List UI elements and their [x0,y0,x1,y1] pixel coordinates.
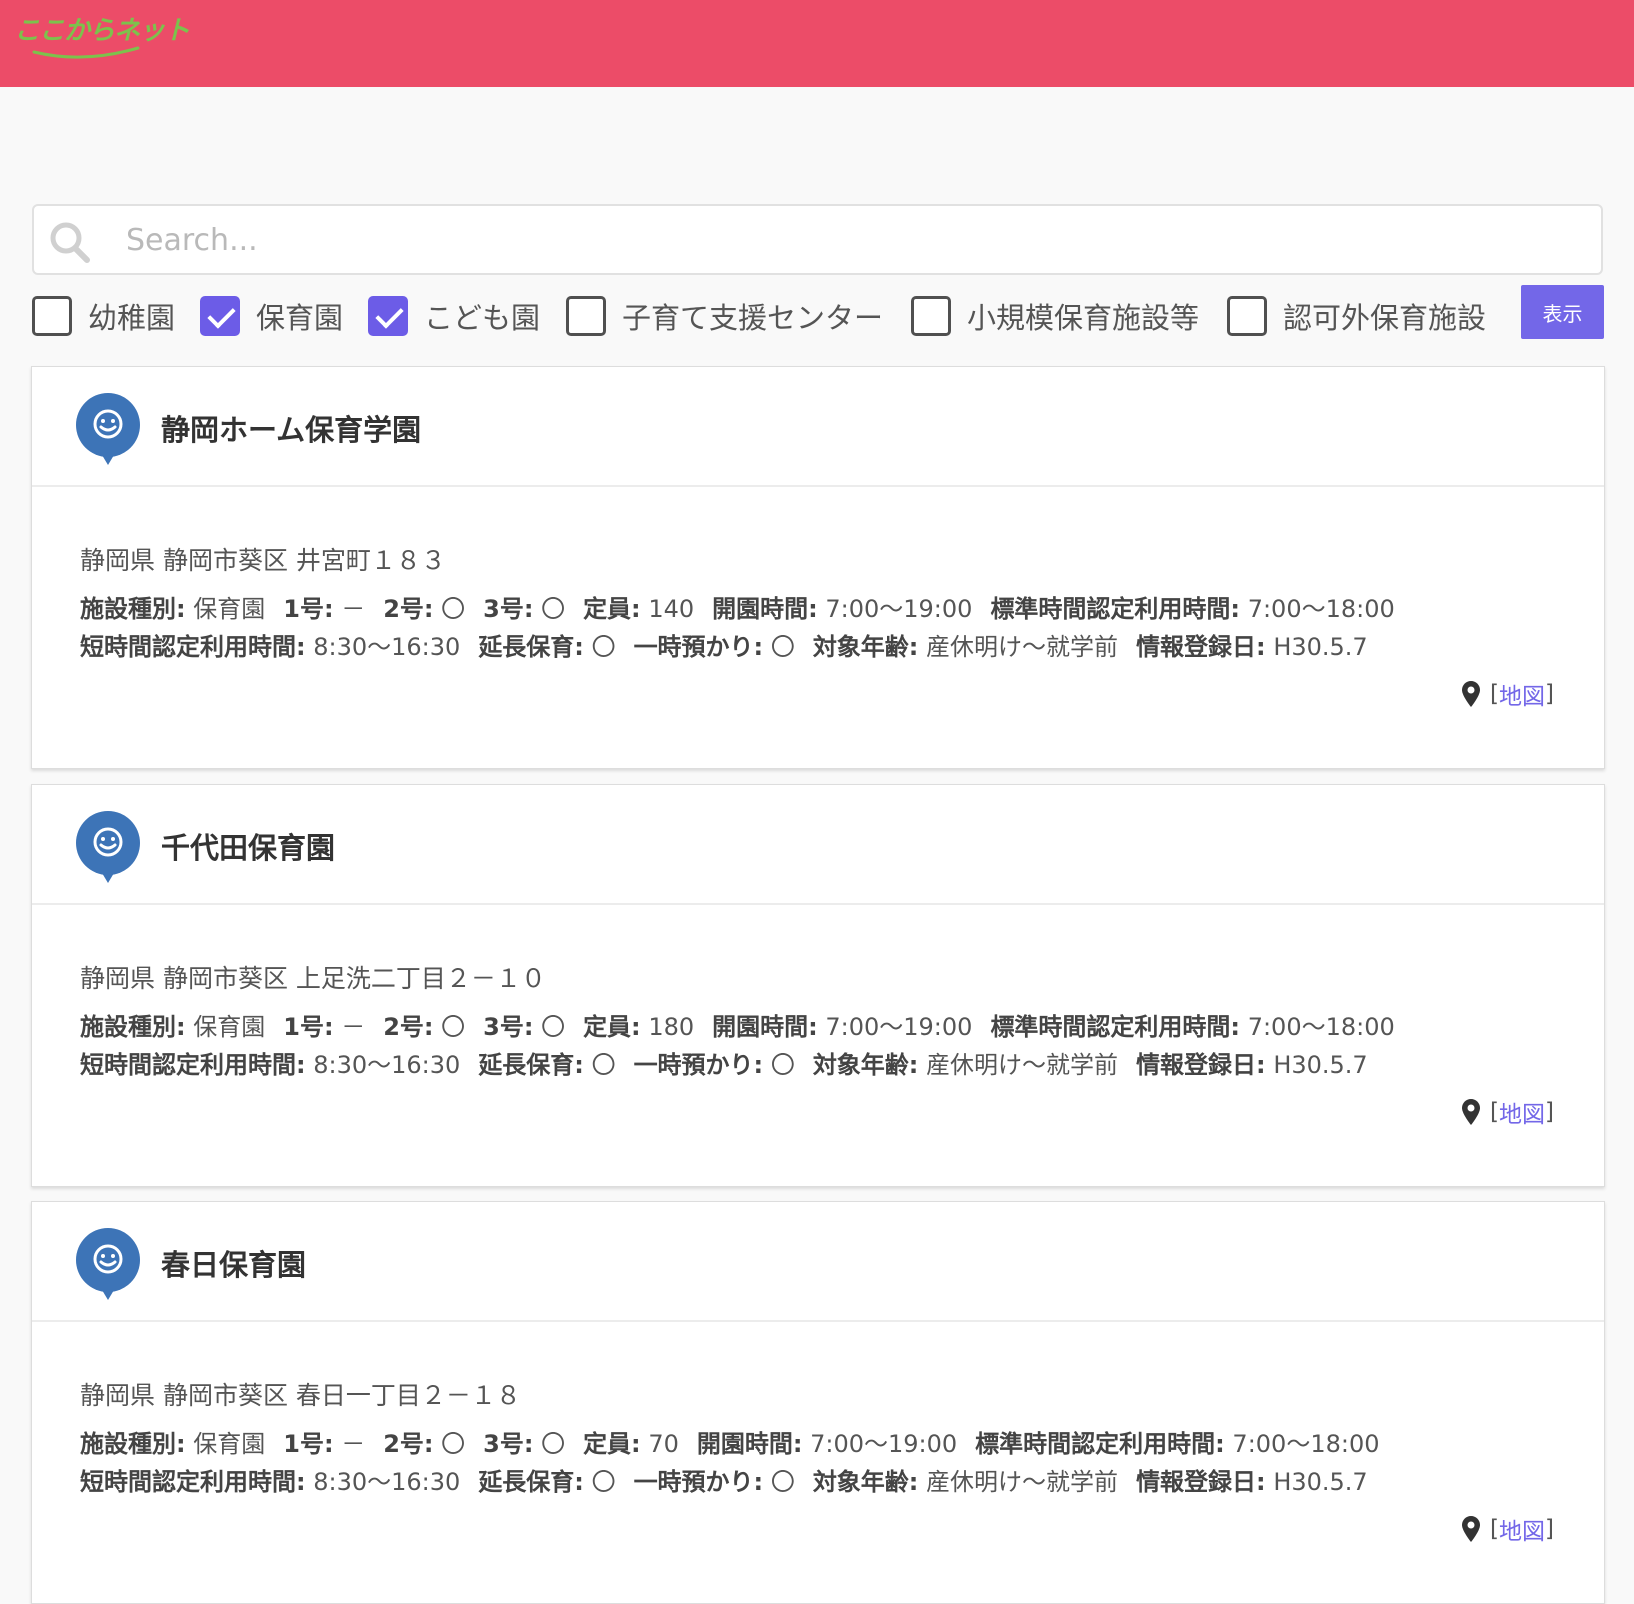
filter-kindergarten-checkbox[interactable] [32,296,72,336]
map-link[interactable]: [地図] [1462,1095,1554,1129]
facility-name[interactable]: 静岡ホーム保育学園 [161,407,421,449]
search-icon [50,222,90,263]
filter-small-scale-label: 小規模保育施設等 [967,301,1200,335]
map-link-label[interactable]: 地図 [1499,1512,1545,1546]
map-marker-icon [1462,681,1481,707]
facility-address: 静岡県 静岡市葵区 上足洗二丁目２－１０ [80,964,546,993]
filter-small-scale[interactable]: 小規模保育施設等 [911,294,1199,338]
facility-card-header: 静岡ホーム保育学園 [32,367,1604,487]
facility-address: 静岡県 静岡市葵区 春日一丁目２－１８ [80,1381,521,1410]
logo-smile-icon [32,46,140,59]
facility-card: 春日保育園 静岡県 静岡市葵区 春日一丁目２－１８ 施設種別: 保育園 1号: －… [31,1201,1605,1604]
filter-support-center-checkbox[interactable] [566,296,606,336]
filter-nursery[interactable]: 保育園 [200,294,343,338]
facility-card-header: 春日保育園 [32,1202,1604,1322]
search-input[interactable] [124,216,1584,264]
filter-unlicensed-checkbox[interactable] [1227,296,1267,336]
filter-kodomo-en[interactable]: こども園 [368,294,540,338]
filter-kindergarten-label: 幼稚園 [88,301,176,335]
facility-card: 静岡ホーム保育学園 静岡県 静岡市葵区 井宮町１８３ 施設種別: 保育園 1号: … [31,366,1605,769]
filter-support-center-label: 子育て支援センター [622,301,884,335]
filter-nursery-label: 保育園 [256,301,344,335]
show-button[interactable]: 表示 [1521,285,1604,339]
header-bar: ここからネット [0,0,1634,87]
filter-small-scale-checkbox[interactable] [911,296,951,336]
category-filters: 幼稚園 保育園 こども園 子育て支援センター 小規模保育施設等 認可外保育施設 … [32,285,1604,347]
map-marker-icon [1462,1516,1481,1542]
map-link-label[interactable]: 地図 [1499,1095,1545,1129]
facility-details-line-1: 施設種別: 保育園 1号: － 2号: 〇 3号: 〇定員: 180 開園時間: 7:0… [80,1013,1395,1041]
smile-pin-icon [76,811,140,883]
facility-details-line-2: 短時間認定利用時間: 8:30～16:30 延長保育: 〇一時預かり: 〇対象年齢… [80,1468,1368,1496]
filter-kindergarten[interactable]: 幼稚園 [32,294,175,338]
facility-card-header: 千代田保育園 [32,785,1604,905]
filter-kodomo-en-label: こども園 [424,301,541,335]
facility-details-line-2: 短時間認定利用時間: 8:30～16:30 延長保育: 〇一時預かり: 〇対象年齢… [80,633,1368,661]
smile-pin-icon [76,393,140,465]
facility-name[interactable]: 春日保育園 [161,1242,306,1284]
filter-nursery-checkbox[interactable] [200,296,240,336]
filter-unlicensed-label: 認可外保育施設 [1283,301,1487,335]
map-link[interactable]: [地図] [1462,677,1554,711]
facility-card: 千代田保育園 静岡県 静岡市葵区 上足洗二丁目２－１０ 施設種別: 保育園 1号:… [31,784,1605,1187]
filter-unlicensed[interactable]: 認可外保育施設 [1227,294,1486,338]
facility-address: 静岡県 静岡市葵区 井宮町１８３ [80,546,446,575]
facility-name[interactable]: 千代田保育園 [161,825,335,867]
map-link[interactable]: [地図] [1462,1512,1554,1546]
facility-details-line-1: 施設種別: 保育園 1号: － 2号: 〇 3号: 〇定員: 70 開園時間: 7:00… [80,1430,1380,1458]
search-box [32,204,1603,275]
smile-pin-icon [76,1228,140,1300]
facility-details-line-1: 施設種別: 保育園 1号: － 2号: 〇 3号: 〇定員: 140 開園時間: 7:0… [80,595,1395,623]
filter-support-center[interactable]: 子育て支援センター [566,294,883,338]
filter-kodomo-en-checkbox[interactable] [368,296,408,336]
map-link-label[interactable]: 地図 [1499,677,1545,711]
site-logo[interactable]: ここからネット [14,4,190,60]
facility-details-line-2: 短時間認定利用時間: 8:30～16:30 延長保育: 〇一時預かり: 〇対象年齢… [80,1051,1368,1079]
map-marker-icon [1462,1099,1481,1125]
